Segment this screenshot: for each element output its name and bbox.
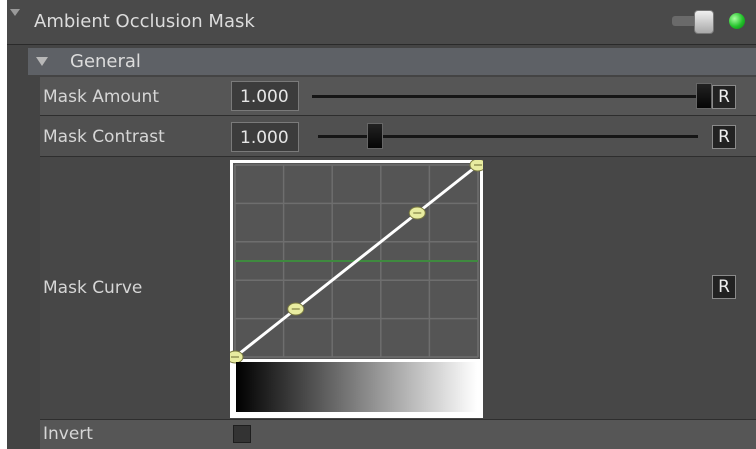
invert-checkbox[interactable] [233, 425, 251, 443]
mask-curve-editor[interactable] [226, 158, 487, 418]
enable-toggle[interactable] [672, 10, 714, 34]
mask-amount-reset-button[interactable]: R [712, 85, 736, 109]
mask-amount-label: Mask Amount [43, 87, 159, 107]
mask-contrast-label: Mask Contrast [43, 127, 165, 147]
invert-label: Invert [43, 424, 93, 444]
mask-curve-graph[interactable] [226, 158, 487, 418]
mask-contrast-input[interactable]: 1.000 [231, 122, 299, 152]
status-led-icon [729, 13, 745, 29]
mask-curve-label: Mask Curve [43, 278, 143, 298]
mask-amount-slider-handle[interactable] [696, 83, 712, 109]
mask-contrast-slider-handle[interactable] [367, 123, 383, 149]
group-title: General [70, 51, 141, 72]
mask-amount-input[interactable]: 1.000 [231, 81, 299, 111]
gradient-preview-bar [236, 362, 477, 412]
group-expand-arrow-icon[interactable] [36, 57, 48, 66]
group-header-general[interactable]: General [28, 48, 756, 75]
row-invert: Invert [40, 420, 756, 449]
toggle-knob[interactable] [694, 10, 714, 34]
collapse-arrow-icon[interactable] [10, 9, 20, 16]
mask-curve-reset-button[interactable]: R [712, 275, 736, 299]
panel-title: Ambient Occlusion Mask [34, 11, 255, 32]
mask-contrast-reset-button[interactable]: R [712, 125, 736, 149]
row-mask-contrast: Mask Contrast 1.000 R [40, 116, 756, 157]
mask-amount-slider-track[interactable] [312, 95, 712, 98]
panel-title-bar[interactable]: Ambient Occlusion Mask [7, 0, 756, 45]
row-mask-amount: Mask Amount 1.000 R [40, 77, 756, 116]
